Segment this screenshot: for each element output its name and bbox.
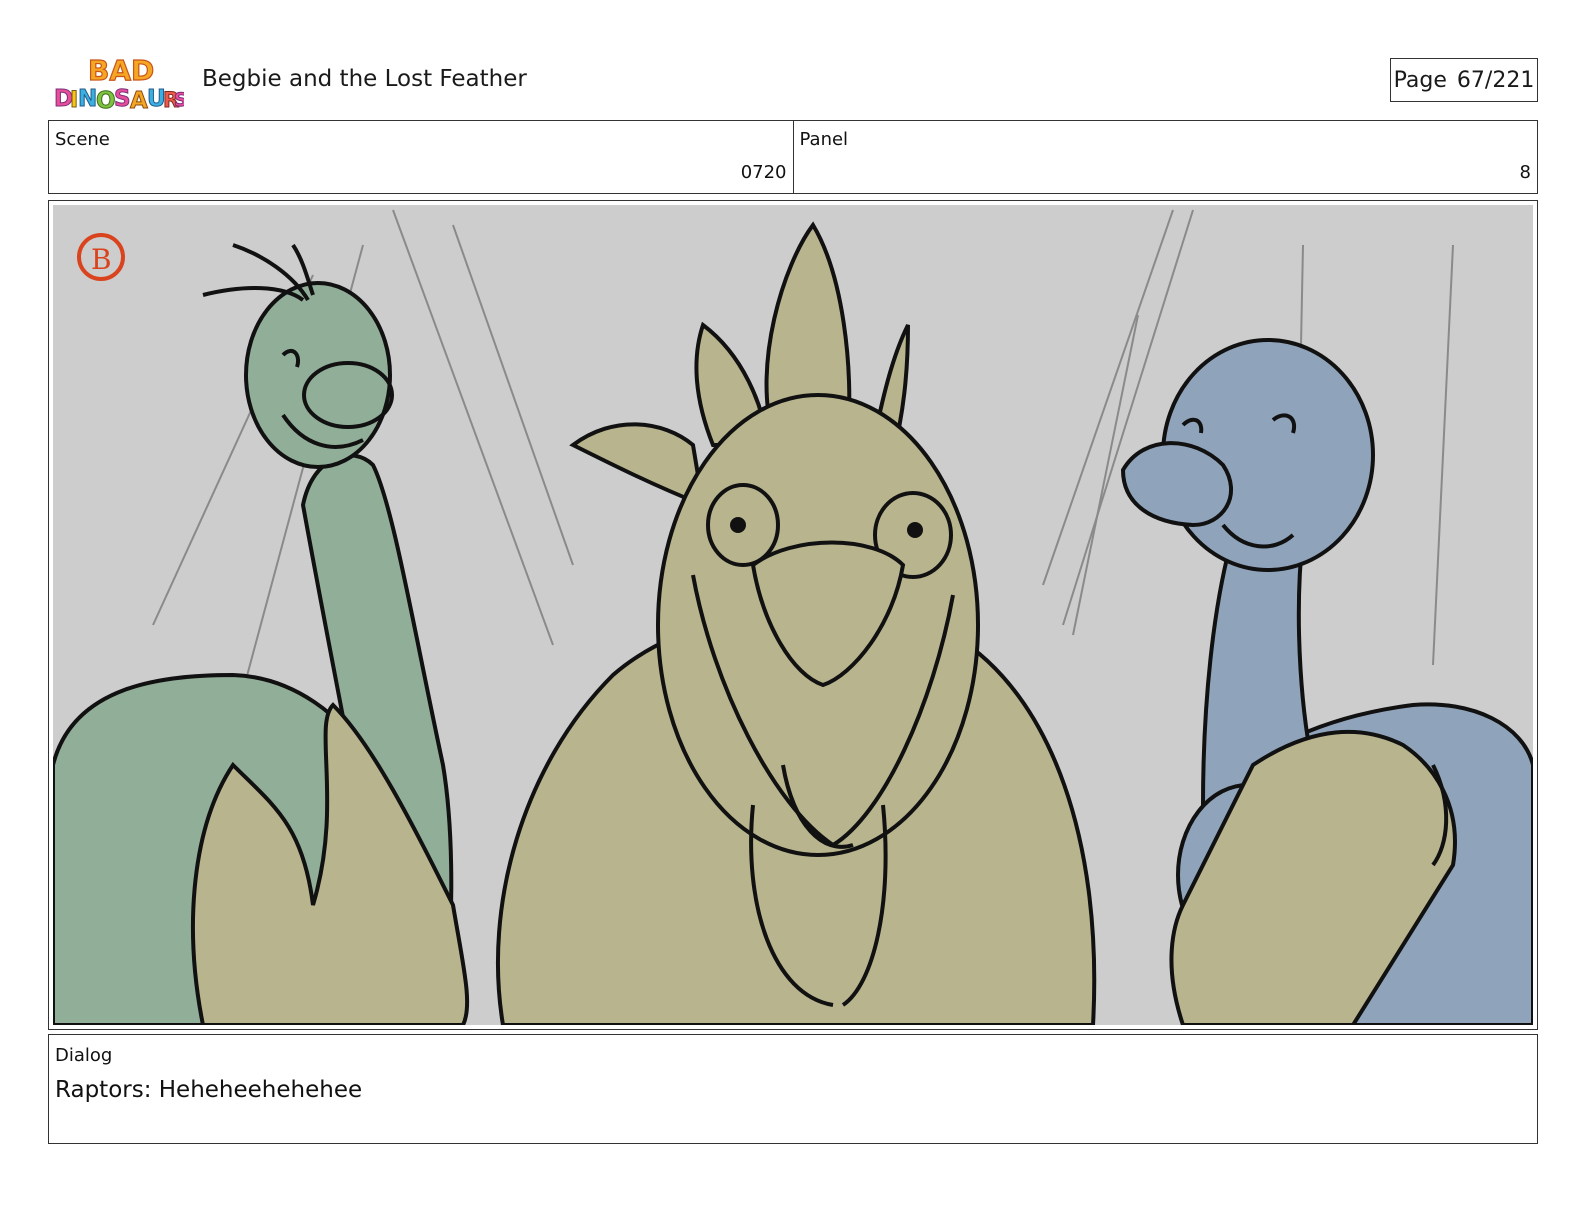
svg-text:A: A xyxy=(130,88,148,114)
corner-mark-letter: B xyxy=(91,243,112,276)
scene-value: 0720 xyxy=(740,162,787,183)
svg-text:S: S xyxy=(114,86,131,112)
scene-cell: Scene 0720 xyxy=(49,121,793,193)
bad-dinosaurs-logo: BAD D I N O S A U R S xyxy=(54,53,185,114)
document-title: Begbie and the Lost Feather xyxy=(202,66,527,92)
scene-panel-row: Scene 0720 Panel 8 xyxy=(48,120,1538,194)
panel-cell: Panel 8 xyxy=(792,121,1538,193)
page-indicator: Page 67/221 xyxy=(1390,58,1538,102)
svg-text:S: S xyxy=(174,89,184,111)
panel-value: 8 xyxy=(1519,162,1531,183)
page-label: Page xyxy=(1393,67,1447,93)
dialog-text: Raptors: Heheheehehehee xyxy=(55,1077,363,1103)
storyboard-panel: B xyxy=(48,200,1538,1030)
svg-text:I: I xyxy=(70,88,78,113)
svg-text:BAD: BAD xyxy=(88,54,154,87)
dialog-box: Dialog Raptors: Heheheehehehee xyxy=(48,1034,1538,1144)
svg-text:O: O xyxy=(96,88,116,114)
svg-text:N: N xyxy=(78,86,97,112)
storyboard-drawing: B xyxy=(53,205,1533,1025)
page-number: 67/221 xyxy=(1456,67,1535,93)
dialog-label: Dialog xyxy=(55,1045,113,1066)
scene-label: Scene xyxy=(55,129,110,150)
panel-label: Panel xyxy=(799,129,849,150)
